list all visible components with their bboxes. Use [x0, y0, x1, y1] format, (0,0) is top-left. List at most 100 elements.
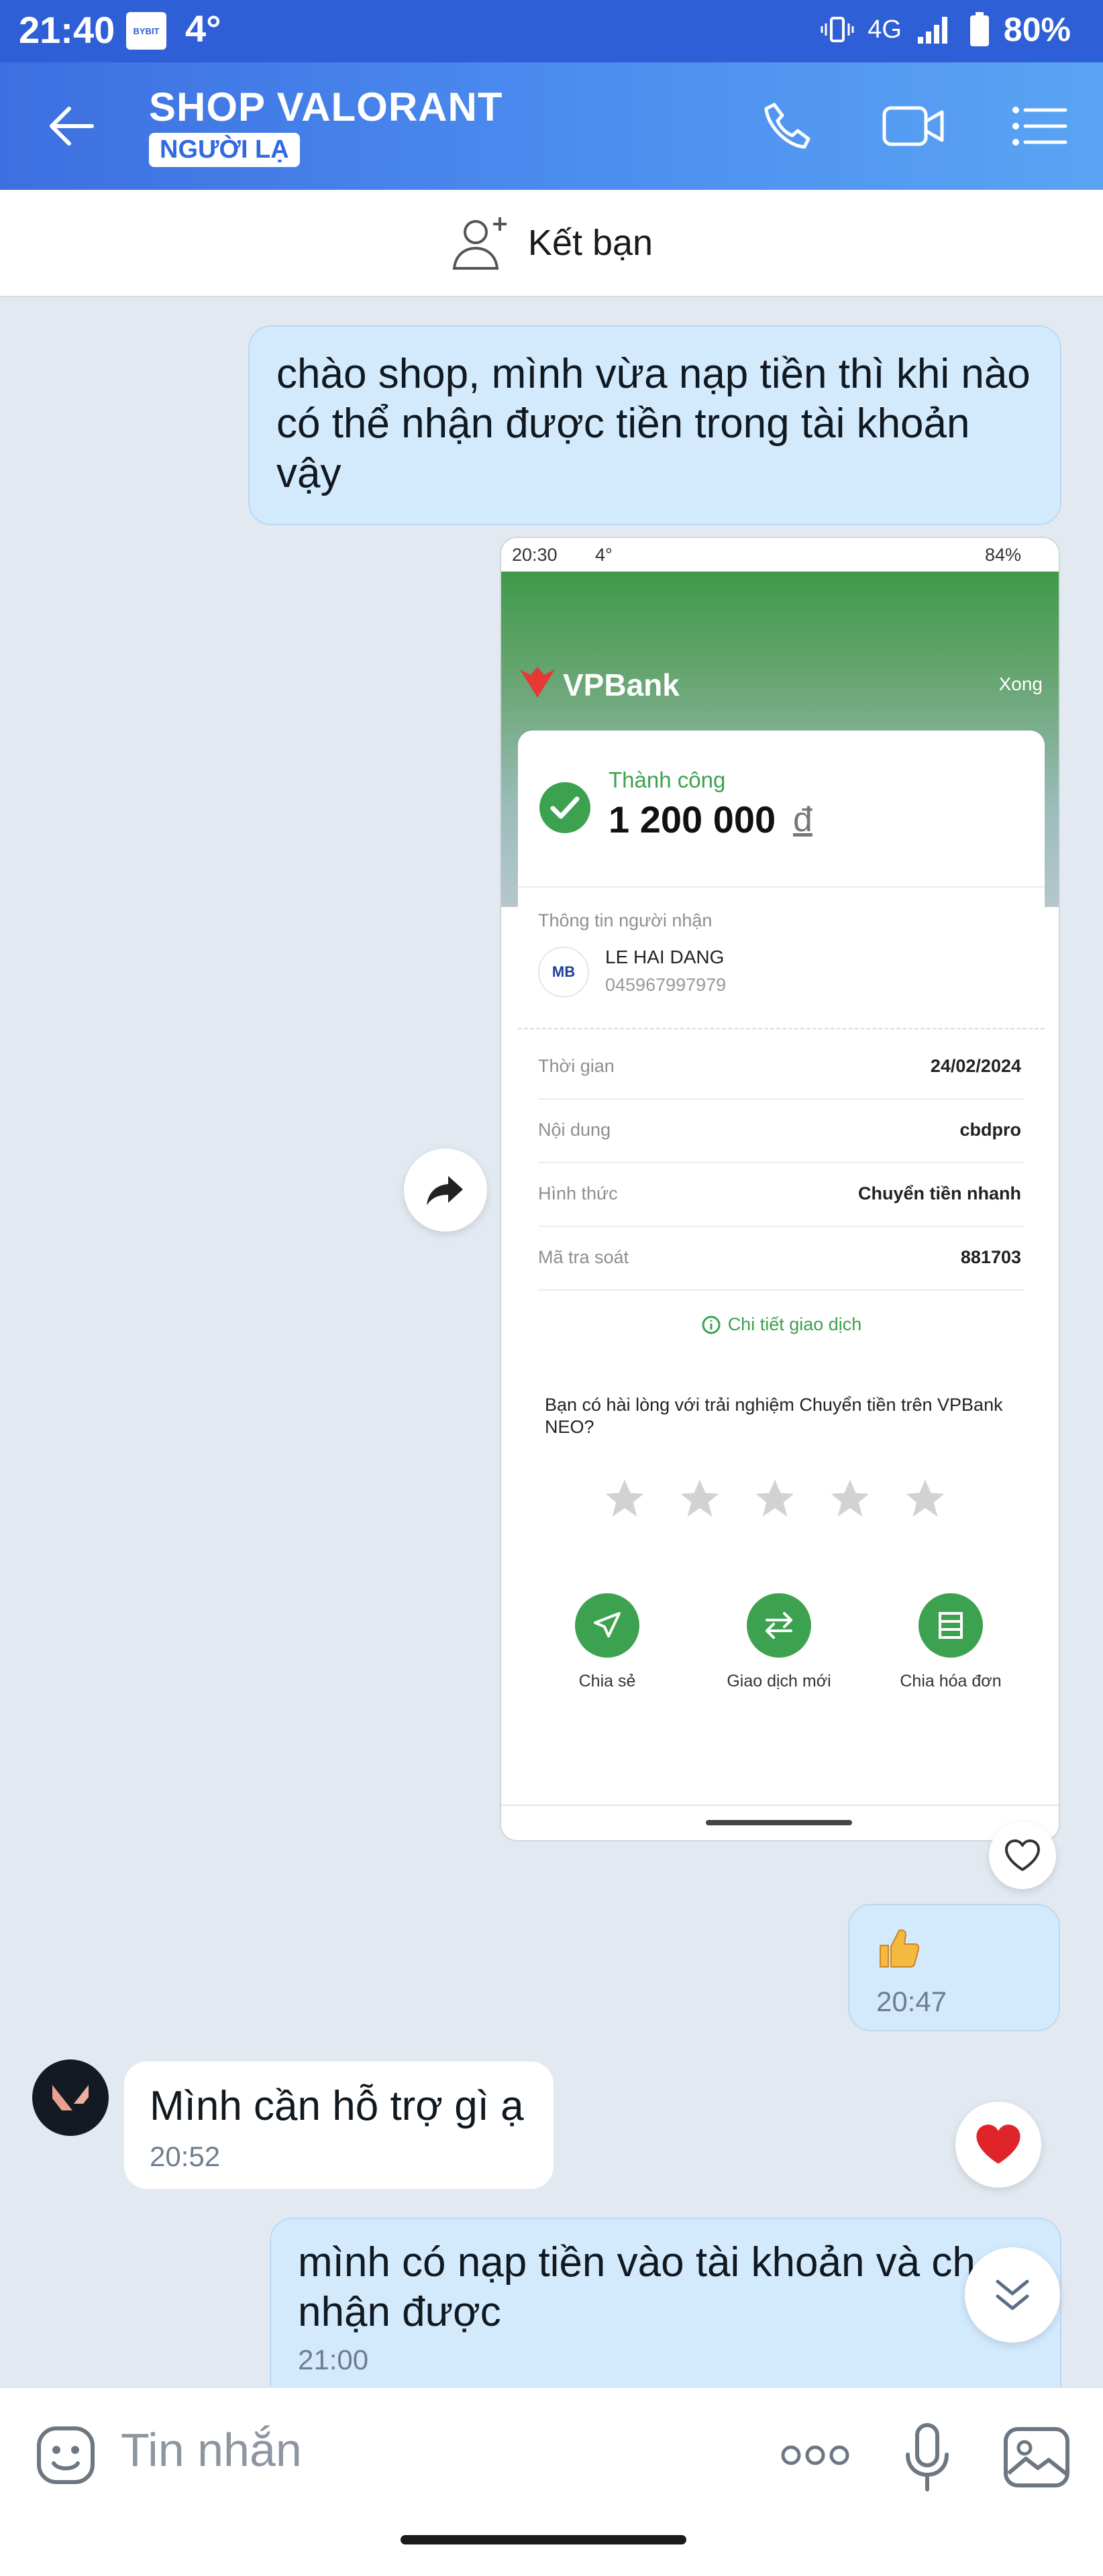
- more-dots-icon: [781, 2445, 849, 2465]
- receipt-status-temp: 4°: [595, 545, 613, 565]
- split-bill-label: Chia hóa đơn: [900, 1672, 1002, 1690]
- share-action-button[interactable]: [575, 1593, 639, 1658]
- info-icon: [702, 1316, 721, 1334]
- sticker-button[interactable]: [32, 2422, 99, 2489]
- photo-button[interactable]: [1000, 2420, 1073, 2494]
- image-message[interactable]: 20:30 4° 84% VPBank Xong Thành công 1 20…: [500, 537, 1060, 1841]
- message-time: 21:00: [298, 2344, 369, 2375]
- survey-card: Bạn có hài lòng với trải nghiệm Chuyển t…: [518, 1375, 1045, 1562]
- message-bubble-outgoing[interactable]: chào shop, mình vừa nạp tiền thì khi nào…: [248, 325, 1061, 525]
- receipt-home-indicator: [706, 1820, 852, 1825]
- message-input-bar: Tin nhắn: [0, 2387, 1103, 2576]
- divider: [538, 1289, 1025, 1291]
- chat-header: SHOP VALORANT NGƯỜI LẠ: [0, 62, 1103, 190]
- star-icon[interactable]: [902, 1476, 948, 1521]
- status-time: 21:40: [19, 9, 115, 51]
- battery-level: 80%: [1003, 11, 1071, 48]
- microphone-icon: [906, 2423, 949, 2491]
- voice-record-button[interactable]: [894, 2420, 961, 2494]
- add-friend-button[interactable]: Kết bạn: [0, 190, 1103, 297]
- emoji-icon: [37, 2426, 95, 2484]
- message-input[interactable]: Tin nhắn: [121, 2423, 302, 2477]
- new-transaction-button[interactable]: [747, 1593, 811, 1658]
- signal-icon: [917, 17, 947, 44]
- success-label: Thành công: [609, 767, 726, 792]
- status-bar: 21:40 BYBIT 4° 4G 80%: [0, 0, 1103, 62]
- row-value: Chuyển tiền nhanh: [858, 1183, 1021, 1203]
- valorant-logo-icon: [52, 2085, 89, 2110]
- menu-list-icon: [1012, 107, 1067, 146]
- divider: [538, 1098, 1025, 1099]
- scroll-to-bottom-button[interactable]: [965, 2247, 1060, 2343]
- add-user-icon: [452, 217, 507, 270]
- transaction-detail-link[interactable]: Chi tiết giao dịch: [518, 1314, 1045, 1335]
- swap-arrows-icon: [766, 1612, 792, 1639]
- bill-icon: [939, 1612, 963, 1639]
- message-time: 20:47: [876, 1986, 947, 2017]
- stranger-badge: NGƯỜI LẠ: [149, 133, 300, 167]
- row-label: Thời gian: [538, 1056, 615, 1076]
- react-button[interactable]: [989, 1822, 1056, 1889]
- thumbs-up-icon: [880, 1929, 919, 1968]
- double-chevron-down-icon: [996, 2279, 1029, 2310]
- star-icon[interactable]: [827, 1476, 873, 1521]
- split-bill-button[interactable]: [918, 1593, 983, 1658]
- message-text: chào shop, mình vừa nạp tiền thì khi nào…: [276, 351, 1031, 496]
- add-friend-label: Kết bạn: [527, 223, 653, 263]
- message-text: mình có nạp tiền vào tài khoản và ch: [298, 2239, 976, 2286]
- row-label: Hình thức: [538, 1183, 618, 1203]
- receipt-status-time: 20:30: [512, 545, 558, 565]
- message-text-line2: nhận được: [298, 2289, 501, 2335]
- video-camera-icon: [882, 106, 944, 146]
- send-icon: [594, 1612, 621, 1638]
- message-bubble-incoming[interactable]: Mình cần hỗ trợ gì ạ 20:52: [124, 2061, 554, 2189]
- star-icon[interactable]: [752, 1476, 798, 1521]
- receipt-status-battery: 84%: [984, 545, 1021, 565]
- receipt-status-bar: 20:30 4° 84%: [501, 538, 1059, 572]
- star-icon[interactable]: [677, 1476, 723, 1521]
- chat-title[interactable]: SHOP VALORANT: [149, 84, 503, 130]
- amount-value: 1 200 000: [609, 798, 776, 841]
- bybit-notification-icon: BYBIT: [126, 12, 166, 50]
- image-gallery-icon: [1004, 2427, 1069, 2487]
- row-label: Nội dung: [538, 1120, 611, 1140]
- message-text: Mình cần hỗ trợ gì ạ: [150, 2083, 524, 2129]
- heart-filled-icon: [976, 2125, 1020, 2164]
- row-value: 24/02/2024: [930, 1056, 1021, 1076]
- heart-outline-icon: [1005, 1839, 1040, 1871]
- vibrate-icon: [821, 17, 854, 42]
- video-call-button[interactable]: [880, 93, 947, 160]
- more-options-button[interactable]: [778, 2425, 852, 2485]
- done-link: Xong: [998, 674, 1043, 694]
- recipient-heading: Thông tin người nhận: [538, 910, 713, 930]
- divider: [538, 1162, 1025, 1163]
- bank-name: VPBank: [563, 667, 680, 702]
- share-action-label: Chia sẻ: [578, 1672, 636, 1690]
- battery-icon: [969, 12, 989, 46]
- message-bubble-outgoing[interactable]: 20:47: [848, 1904, 1060, 2031]
- detail-link-label: Chi tiết giao dịch: [727, 1314, 862, 1334]
- new-transaction-label: Giao dịch mới: [727, 1672, 831, 1690]
- message-bubble-outgoing[interactable]: mình có nạp tiền vào tài khoản và ch nhậ…: [270, 2218, 1061, 2387]
- survey-text: Bạn có hài lòng với trải nghiệm Chuyển t…: [545, 1395, 1003, 1437]
- star-icon[interactable]: [602, 1476, 647, 1521]
- divider: [518, 886, 1045, 888]
- home-indicator[interactable]: [401, 2535, 686, 2544]
- call-button[interactable]: [754, 93, 821, 160]
- perforation-divider: [518, 1028, 1045, 1030]
- avatar[interactable]: [32, 2059, 109, 2136]
- status-temperature: 4°: [185, 7, 221, 50]
- recipient-account: 045967997979: [605, 975, 727, 995]
- row-value: 881703: [960, 1247, 1021, 1267]
- share-arrow-icon: [427, 1176, 463, 1205]
- row-value: cbdpro: [959, 1120, 1022, 1140]
- back-button[interactable]: [40, 96, 101, 156]
- divider: [501, 1805, 1059, 1806]
- forward-button[interactable]: [404, 1148, 487, 1232]
- divider: [538, 1226, 1025, 1227]
- menu-button[interactable]: [1006, 93, 1073, 160]
- reaction-heart[interactable]: [955, 2102, 1041, 2188]
- network-type: 4G: [868, 15, 902, 44]
- success-check-icon: [539, 782, 590, 833]
- status-right-group: 4G 80%: [821, 9, 1071, 50]
